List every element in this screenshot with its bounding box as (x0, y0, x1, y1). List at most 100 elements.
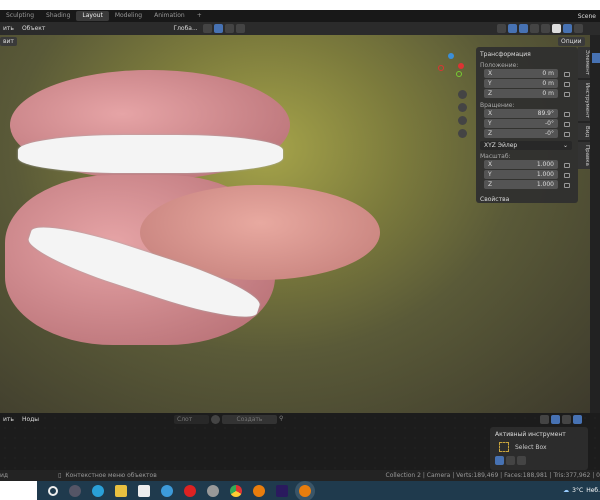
options-dropdown[interactable]: Опции (558, 37, 585, 46)
mode-extend-icon[interactable] (506, 456, 515, 465)
weather-text: Неб. (586, 487, 600, 494)
snap-icon[interactable] (213, 24, 223, 33)
navigation-gizmo[interactable] (438, 53, 464, 79)
mode-new-icon[interactable] (495, 456, 504, 465)
new-material-button[interactable]: Создать (222, 415, 278, 424)
edge-icon[interactable] (92, 484, 104, 497)
lock-icon[interactable] (564, 131, 570, 137)
rotation-y-field[interactable]: Y -0° (484, 119, 558, 128)
location-y-field[interactable]: Y0 m (484, 79, 558, 88)
pivot-icon[interactable] (202, 24, 212, 33)
backdrop-icon[interactable] (573, 415, 583, 424)
start-search-icon[interactable] (48, 485, 58, 496)
blender-active-icon[interactable] (299, 484, 311, 497)
tab-shading[interactable]: Shading (40, 11, 76, 21)
sidebar-tabs: Элемент Инструмент Вид Правка (578, 47, 590, 170)
perspective-toggle-icon[interactable] (458, 129, 467, 138)
explorer-icon[interactable] (115, 484, 127, 497)
zoom-icon[interactable] (458, 90, 467, 99)
scale-y-field[interactable]: Y 1.000 (484, 170, 558, 179)
rotation-z-field[interactable]: Z -0° (484, 129, 558, 138)
rotation-x-field[interactable]: X 89.9° (484, 109, 558, 118)
snap-target-icon[interactable] (224, 24, 234, 33)
menu-object[interactable]: Объект (19, 24, 48, 33)
select-box-icon[interactable] (499, 442, 509, 452)
tab-layout[interactable]: Layout (76, 11, 109, 21)
taskbar-search[interactable] (0, 481, 37, 500)
app-icon[interactable] (161, 484, 173, 497)
status-left: ид (0, 472, 9, 479)
store-icon[interactable] (138, 484, 150, 497)
properties-section-header[interactable]: Свойства (480, 195, 574, 204)
lock-icon[interactable] (564, 111, 570, 117)
lock-icon[interactable] (564, 121, 570, 127)
menu-nodes[interactable]: Ноды (19, 415, 42, 424)
material-browse-icon[interactable] (211, 415, 221, 424)
mouse-icon: ▯ (58, 472, 62, 479)
upper-teeth (18, 135, 283, 173)
wireframe-shading-icon[interactable] (540, 24, 550, 33)
menu-add[interactable]: ить (0, 415, 17, 424)
scale-label: Масштаб: (480, 153, 511, 160)
tab-view[interactable]: Вид (578, 123, 590, 141)
lock-icon[interactable] (564, 91, 570, 97)
material-shading-icon[interactable] (562, 24, 572, 33)
rotation-label: Вращение: (480, 102, 515, 109)
lock-icon[interactable] (564, 162, 570, 168)
shader-editor-header: ить Ноды Слот Создать ⚲ (0, 413, 600, 426)
status-context: Контекстное меню объектов (65, 472, 157, 479)
overlay-icon[interactable] (551, 415, 561, 424)
menu-add[interactable]: ить (0, 24, 17, 33)
location-z-field[interactable]: Z0 m (484, 89, 558, 98)
gizmo-icon[interactable] (507, 24, 517, 33)
snap-toggle-icon[interactable] (540, 415, 550, 424)
overlay-icon[interactable] (518, 24, 528, 33)
transform-panel: Трансформация Положение: X0 m Y0 m Z0 m … (476, 47, 578, 203)
properties-editor-strip (590, 35, 600, 413)
blender-icon[interactable] (253, 484, 265, 497)
active-tool-name: Select Box (515, 443, 547, 451)
chrome-icon[interactable] (230, 484, 242, 497)
lock-icon[interactable] (564, 81, 570, 87)
windows-taskbar: ☁ 3°C Неб. (0, 481, 600, 500)
pan-hand-icon[interactable] (458, 103, 467, 112)
mode-subtract-icon[interactable] (517, 456, 526, 465)
tab-item[interactable]: Элемент (578, 47, 590, 79)
slot-dropdown[interactable]: Слот (174, 415, 210, 424)
premiere-icon[interactable] (276, 484, 288, 497)
tab-edit[interactable]: Правка (578, 142, 590, 170)
mode-dropdown[interactable]: вит (0, 37, 17, 46)
workspace-tabs: Sculpting Shading Layout Modeling Animat… (0, 10, 600, 22)
tab-animation[interactable]: Animation (148, 11, 191, 21)
scale-z-field[interactable]: Z 1.000 (484, 180, 558, 189)
camera-view-icon[interactable] (458, 116, 467, 125)
task-view-icon[interactable] (69, 484, 81, 497)
snap-target-icon[interactable] (562, 415, 572, 424)
weather-icon[interactable]: ☁ (563, 487, 569, 494)
transform-header[interactable]: Трансформация (480, 50, 574, 59)
add-workspace-button[interactable]: + (191, 11, 208, 21)
rotation-mode-dropdown[interactable]: XYZ Эйлер ⌄ (480, 141, 572, 150)
active-tool-header[interactable]: Активный инструмент (495, 430, 583, 439)
orientation-dropdown[interactable]: Глоба... (170, 24, 200, 33)
solid-shading-icon[interactable] (551, 24, 561, 33)
properties-tab-icon[interactable] (592, 53, 600, 63)
lock-icon[interactable] (564, 172, 570, 178)
proportional-edit-icon[interactable] (235, 24, 245, 33)
visibility-icon[interactable] (496, 24, 506, 33)
tab-modeling[interactable]: Modeling (109, 11, 148, 21)
tab-tool[interactable]: Инструмент (578, 80, 590, 122)
xray-icon[interactable] (529, 24, 539, 33)
opera-icon[interactable] (184, 484, 196, 497)
scene-selector[interactable]: Scene (578, 13, 596, 20)
lock-icon[interactable] (564, 71, 570, 77)
weather-temp: 3°C (572, 487, 584, 494)
lock-icon[interactable] (564, 182, 570, 188)
rendered-shading-icon[interactable] (573, 24, 583, 33)
app-icon[interactable] (207, 484, 219, 497)
scale-x-field[interactable]: X 1.000 (484, 160, 558, 169)
tab-sculpting[interactable]: Sculpting (0, 11, 40, 21)
status-bar: ид ▯ Контекстное меню объектов Collectio… (0, 470, 600, 481)
pin-icon[interactable]: ⚲ (279, 415, 288, 424)
location-x-field[interactable]: X0 m (484, 69, 558, 78)
